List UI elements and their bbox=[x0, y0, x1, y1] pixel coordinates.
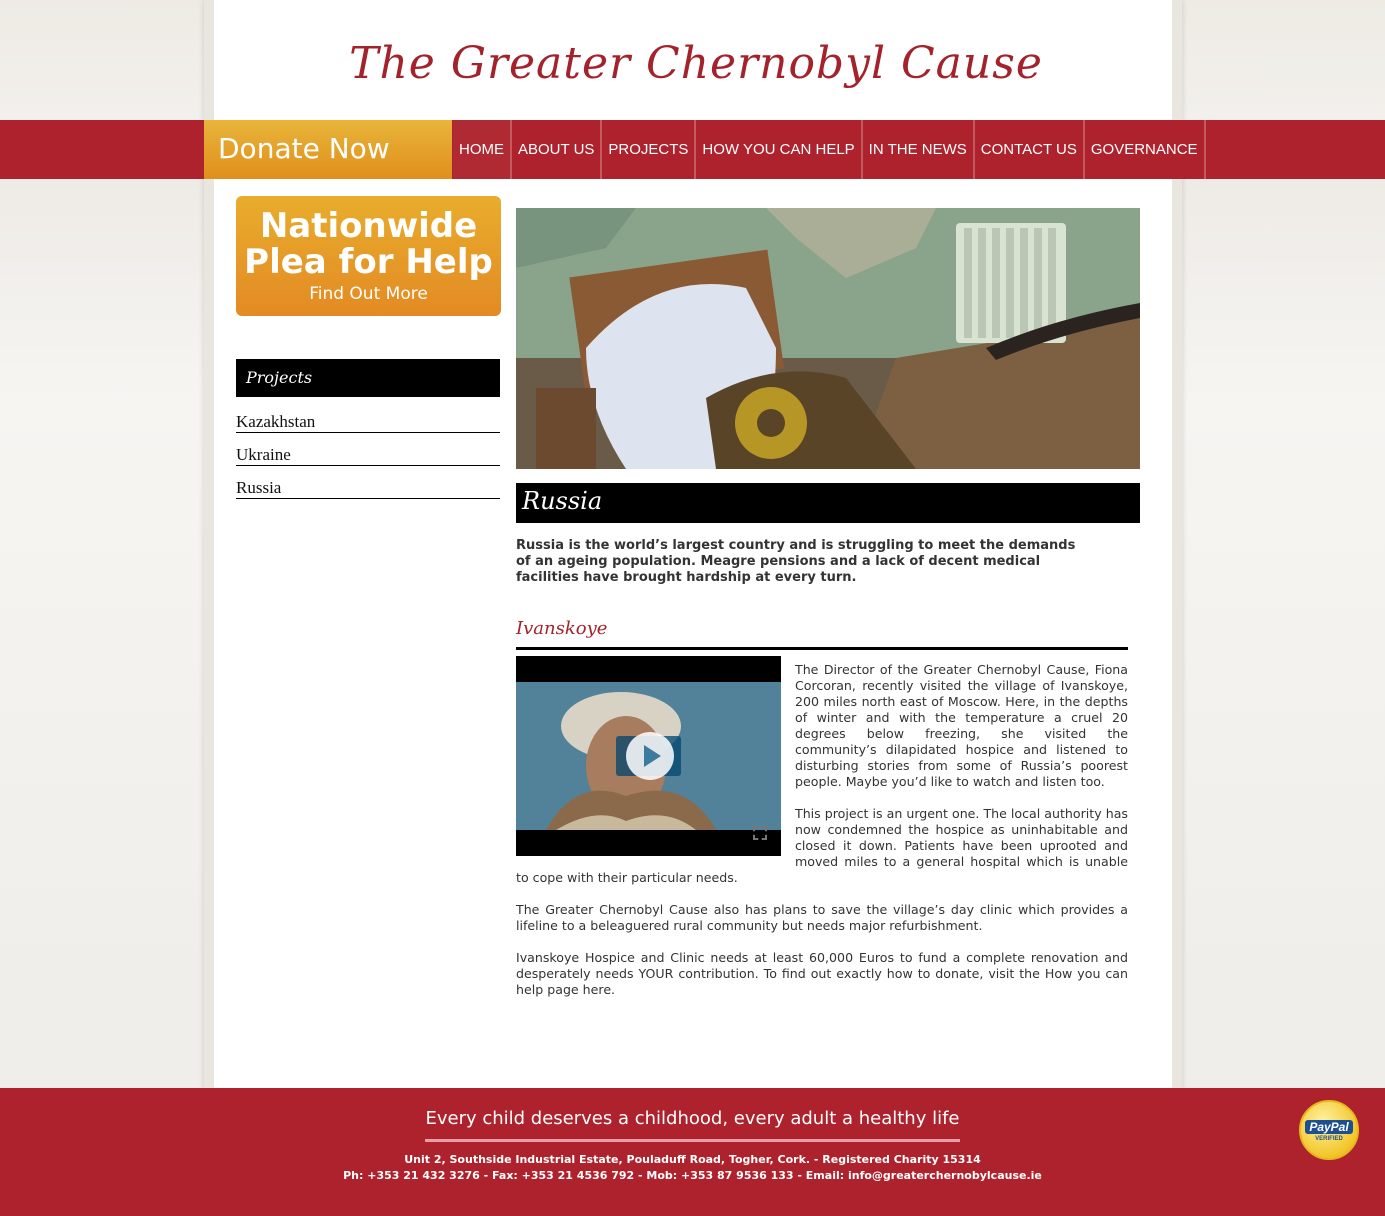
footer-address: Unit 2, Southside Industrial Estate, Pou… bbox=[404, 1153, 981, 1166]
article-paragraph: The Greater Chernobyl Cause also has pla… bbox=[516, 902, 1128, 933]
paypal-badge-line1: PayPal bbox=[1305, 1120, 1353, 1134]
paypal-verified-badge[interactable]: PayPal VERIFIED bbox=[1299, 1100, 1359, 1160]
article-body: The Director of the Greater Chernobyl Ca… bbox=[516, 656, 1128, 1014]
play-button[interactable] bbox=[616, 732, 681, 780]
site-header: The Greater Chernobyl Cause bbox=[230, 12, 1162, 120]
paypal-badge-line2: VERIFIED bbox=[1315, 1136, 1343, 1142]
nav-projects[interactable]: PROJECTS bbox=[602, 120, 697, 179]
footer-contact: Ph: +353 21 432 3276 - Fax: +353 21 4536… bbox=[343, 1169, 1042, 1182]
main-nav: HOME ABOUT US PROJECTS HOW YOU CAN HELP … bbox=[453, 120, 1206, 179]
nav-contact-us[interactable]: CONTACT US bbox=[975, 120, 1085, 179]
donate-now-button[interactable]: Donate Now bbox=[204, 120, 452, 179]
page-heading: Russia bbox=[516, 483, 1140, 523]
projects-heading: Projects bbox=[236, 359, 500, 397]
hero-photo bbox=[516, 208, 1140, 469]
site-title[interactable]: The Greater Chernobyl Cause bbox=[230, 38, 1162, 89]
projects-list: Kazakhstan Ukraine Russia bbox=[236, 412, 500, 511]
nav-how-you-can-help[interactable]: HOW YOU CAN HELP bbox=[696, 120, 863, 179]
site-footer: Every child deserves a childhood, every … bbox=[0, 1088, 1385, 1216]
plea-title-line1: Nationwide bbox=[259, 206, 478, 246]
project-link-russia[interactable]: Russia bbox=[236, 478, 500, 499]
video-player[interactable] bbox=[516, 656, 781, 856]
nav-home[interactable]: HOME bbox=[453, 120, 512, 179]
intro-text: Russia is the world’s largest country an… bbox=[516, 538, 1076, 585]
find-out-more-link[interactable]: Find Out More bbox=[236, 284, 501, 304]
article-paragraph: Ivanskoye Hospice and Clinic needs at le… bbox=[516, 950, 1128, 997]
nav-in-the-news[interactable]: IN THE NEWS bbox=[863, 120, 975, 179]
nationwide-plea-banner[interactable]: Nationwide Plea for Help Find Out More bbox=[236, 196, 501, 316]
fullscreen-icon[interactable] bbox=[753, 826, 767, 840]
footer-tagline: Every child deserves a childhood, every … bbox=[425, 1108, 960, 1142]
nav-governance[interactable]: GOVERNANCE bbox=[1085, 120, 1206, 179]
project-link-ukraine[interactable]: Ukraine bbox=[236, 445, 500, 466]
project-link-kazakhstan[interactable]: Kazakhstan bbox=[236, 412, 500, 433]
nav-about-us[interactable]: ABOUT US bbox=[512, 120, 603, 179]
section-heading: Ivanskoye bbox=[516, 618, 1128, 650]
play-icon bbox=[626, 732, 674, 780]
plea-title-line2: Plea for Help bbox=[244, 242, 493, 282]
